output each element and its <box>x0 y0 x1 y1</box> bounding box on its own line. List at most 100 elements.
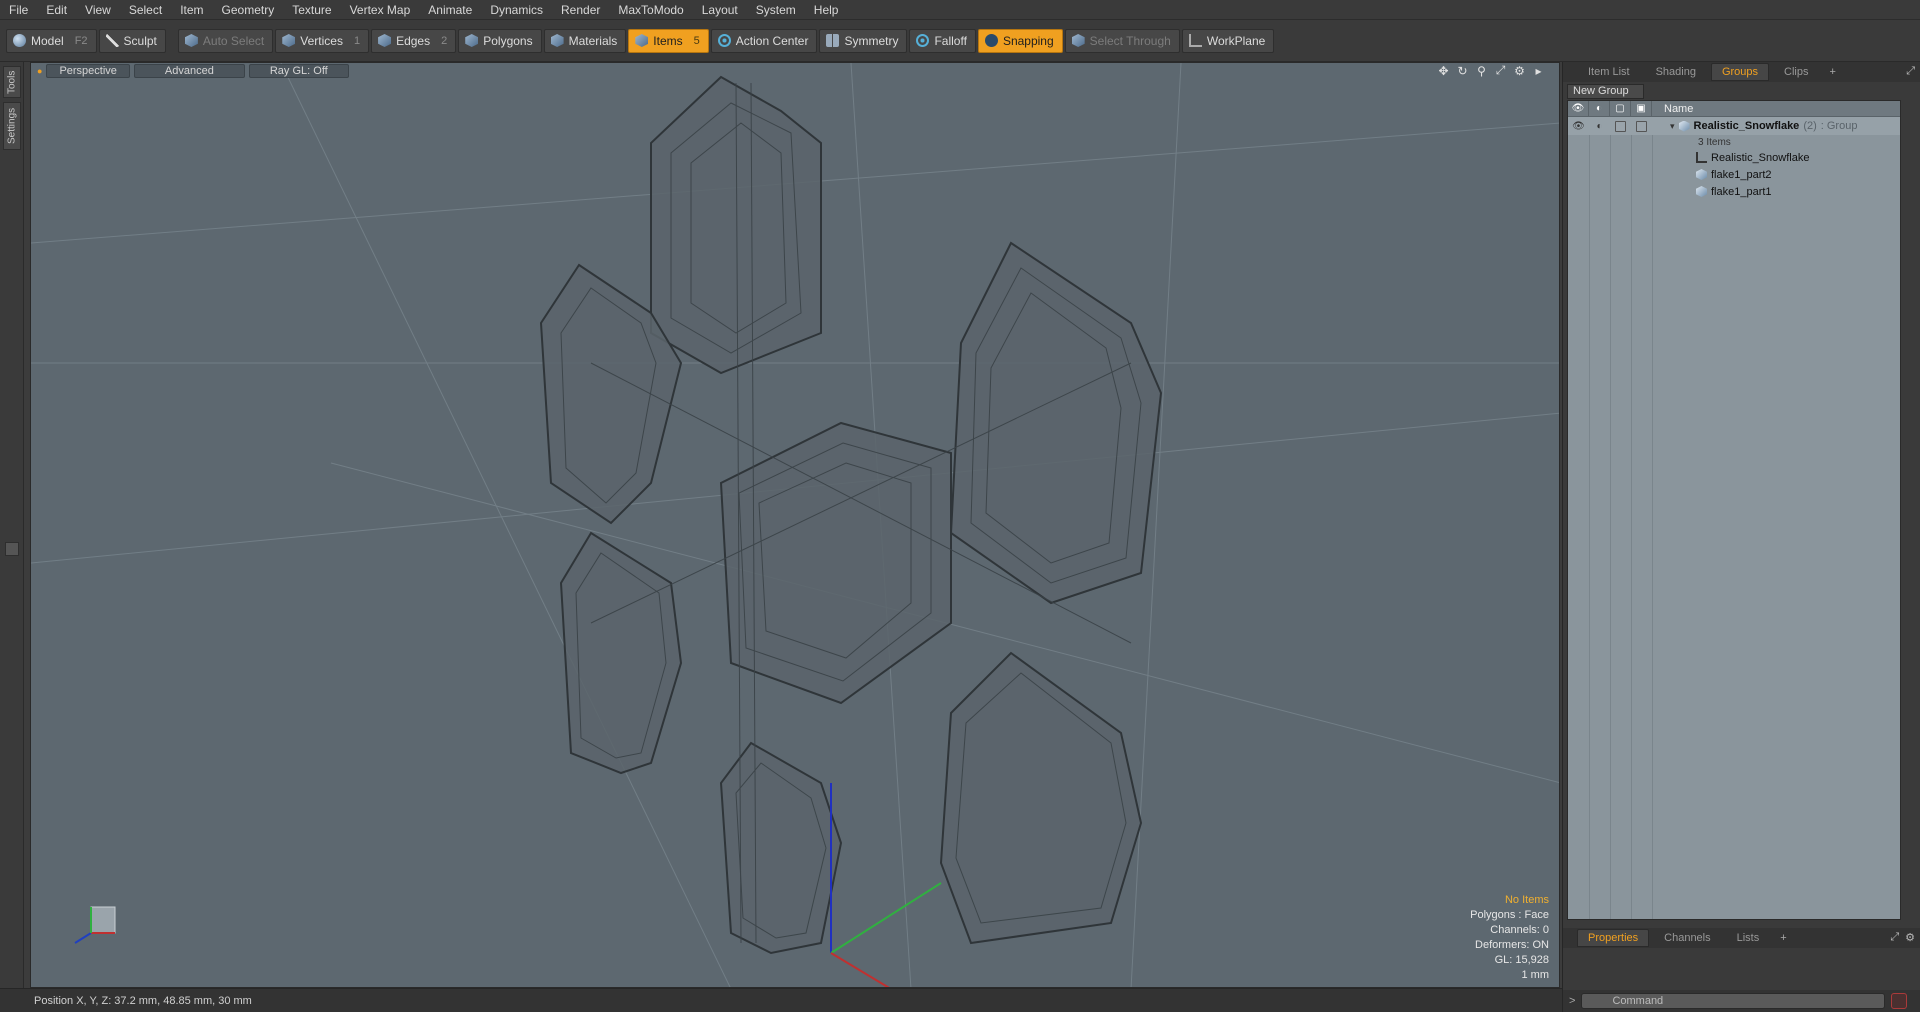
expand-panel-icon[interactable]: ⤢ <box>1906 65 1915 78</box>
group-row[interactable]: 👁 ◐ ▾ Realistic_Snowflake (2) : Group <box>1568 117 1900 135</box>
menu-dynamics[interactable]: Dynamics <box>481 0 552 20</box>
tab-lists[interactable]: Lists <box>1726 929 1771 947</box>
pan-icon[interactable]: ✥ <box>1437 64 1450 78</box>
items-icon <box>635 34 649 47</box>
tab-shading[interactable]: Shading <box>1645 63 1707 81</box>
tab-properties[interactable]: Properties <box>1577 929 1650 947</box>
axis-x-line <box>830 952 890 987</box>
edges-button[interactable]: Edges 2 <box>371 28 457 53</box>
group-items-count-row: 3 Items <box>1568 135 1900 149</box>
group-lock-checkbox[interactable] <box>1610 118 1631 135</box>
command-record-button[interactable] <box>1891 993 1908 1009</box>
menu-help[interactable]: Help <box>805 0 848 20</box>
expand-properties-icon[interactable]: ⤢ <box>1890 931 1899 944</box>
auto-select-button[interactable]: Auto Select <box>177 28 274 53</box>
zoom-icon[interactable]: ⚲ <box>1475 64 1488 78</box>
falloff-button[interactable]: Falloff <box>909 28 976 53</box>
vertices-button[interactable]: Vertices 1 <box>275 28 370 53</box>
command-bar: > Command <box>1563 990 1920 1012</box>
visibility-column-icon[interactable]: 👁 <box>1568 101 1589 117</box>
sculpt-label: Sculpt <box>123 33 157 48</box>
group-type: : Group <box>1820 120 1858 132</box>
select-through-icon <box>1071 34 1085 47</box>
model-label: Model <box>31 33 64 48</box>
menu-file[interactable]: File <box>0 0 37 20</box>
polygons-button[interactable]: Polygons <box>458 28 542 53</box>
info-deformers: Deformers: ON <box>1475 939 1549 951</box>
materials-button[interactable]: Materials <box>543 28 627 53</box>
workplane-button[interactable]: WorkPlane <box>1181 28 1275 53</box>
list-item-label: flake1_part2 <box>1711 168 1772 181</box>
items-button[interactable]: Items 5 <box>628 28 709 53</box>
tab-clips[interactable]: Clips <box>1773 63 1819 81</box>
groups-list[interactable]: 👁 ◐ ▢ ▣ Name 👁 ◐ ▾ Realistic_Snowflake (… <box>1567 100 1901 920</box>
edges-key: 2 <box>441 34 448 47</box>
render-column-icon[interactable]: ◐ <box>1589 101 1610 117</box>
raygl-toggle[interactable]: Ray GL: Off <box>248 64 349 78</box>
menu-system[interactable]: System <box>747 0 805 20</box>
tab-settings[interactable]: Settings <box>3 102 21 150</box>
menu-geometry[interactable]: Geometry <box>213 0 284 20</box>
tab-item-list[interactable]: Item List <box>1577 63 1641 81</box>
list-item[interactable]: Realistic_Snowflake <box>1568 149 1900 166</box>
command-input[interactable]: Command <box>1581 993 1886 1009</box>
select-column-icon[interactable]: ▣ <box>1631 101 1652 117</box>
menu-view[interactable]: View <box>76 0 120 20</box>
tab-tools[interactable]: Tools <box>3 66 21 98</box>
viewport-gear-icon[interactable]: ⚙ <box>1513 64 1526 78</box>
viewport-nav-tools: ✥ ↻ ⚲ ⤢ ⚙ ▸ <box>1437 63 1545 78</box>
group-render-icon[interactable]: ◐ <box>1589 118 1610 135</box>
3d-viewport[interactable]: ● Perspective Advanced Ray GL: Off ✥ ↻ ⚲… <box>30 62 1560 988</box>
shading-style-dropdown[interactable]: Advanced <box>133 64 245 78</box>
tab-groups[interactable]: Groups <box>1710 63 1770 81</box>
list-item[interactable]: flake1_part2 <box>1568 166 1900 183</box>
group-visibility-icon[interactable]: 👁 <box>1568 118 1589 135</box>
mesh-icon <box>1696 186 1707 197</box>
menu-edit[interactable]: Edit <box>37 0 76 20</box>
command-prompt-icon: > <box>1569 995 1576 1007</box>
menu-vertex-map[interactable]: Vertex Map <box>341 0 420 20</box>
axis-y-line <box>830 882 942 954</box>
snapping-label: Snapping <box>1002 33 1054 48</box>
lock-column-icon[interactable]: ▢ <box>1610 101 1631 117</box>
vertices-icon <box>282 34 296 47</box>
locator-icon <box>1696 152 1707 163</box>
items-label: Items <box>653 33 683 48</box>
viewport-arrow-icon[interactable]: ▸ <box>1532 64 1545 78</box>
action-center-button[interactable]: Action Center <box>710 28 818 53</box>
menu-render[interactable]: Render <box>552 0 609 20</box>
workplane-icon <box>1188 34 1202 47</box>
sculpt-button[interactable]: Sculpt <box>98 28 166 53</box>
panel-toggle-handle[interactable] <box>5 542 19 556</box>
select-through-button[interactable]: Select Through <box>1064 28 1180 53</box>
viewport-menu-icon[interactable]: ● <box>37 66 42 76</box>
tab-channels[interactable]: Channels <box>1653 929 1721 947</box>
rotate-icon[interactable]: ↻ <box>1456 64 1469 78</box>
properties-tab-row: Properties Channels Lists + ⤢ ⚙ <box>1563 928 1920 948</box>
symmetry-button[interactable]: Symmetry <box>819 28 908 53</box>
group-select-checkbox[interactable] <box>1631 118 1652 135</box>
snapping-button[interactable]: Snapping <box>977 28 1063 53</box>
group-collapse-icon[interactable]: ▾ <box>1670 121 1675 132</box>
new-group-button[interactable]: New Group <box>1567 83 1644 99</box>
menu-texture[interactable]: Texture <box>283 0 340 20</box>
workplane-label: WorkPlane <box>1206 33 1266 48</box>
list-item[interactable]: flake1_part1 <box>1568 183 1900 200</box>
edges-icon <box>378 34 392 47</box>
menu-bar: File Edit View Select Item Geometry Text… <box>0 0 1920 20</box>
menu-item[interactable]: Item <box>171 0 212 20</box>
properties-gear-icon[interactable]: ⚙ <box>1905 931 1915 944</box>
name-column-header[interactable]: Name <box>1652 103 1693 115</box>
auto-select-label: Auto Select <box>202 33 265 48</box>
menu-animate[interactable]: Animate <box>419 0 481 20</box>
add-tab-icon[interactable]: + <box>1823 66 1841 78</box>
viewport-header: ● Perspective Advanced Ray GL: Off <box>31 63 1559 79</box>
menu-layout[interactable]: Layout <box>693 0 747 20</box>
maximize-icon[interactable]: ⤢ <box>1494 63 1507 77</box>
viewport-info-overlay: No Items Polygons : Face Channels: 0 Def… <box>1470 893 1549 983</box>
menu-select[interactable]: Select <box>120 0 171 20</box>
view-mode-dropdown[interactable]: Perspective <box>46 64 130 78</box>
model-button[interactable]: Model F2 <box>6 28 97 53</box>
add-bottom-tab-icon[interactable]: + <box>1774 932 1792 944</box>
menu-maxtomodo[interactable]: MaxToModo <box>609 0 692 20</box>
